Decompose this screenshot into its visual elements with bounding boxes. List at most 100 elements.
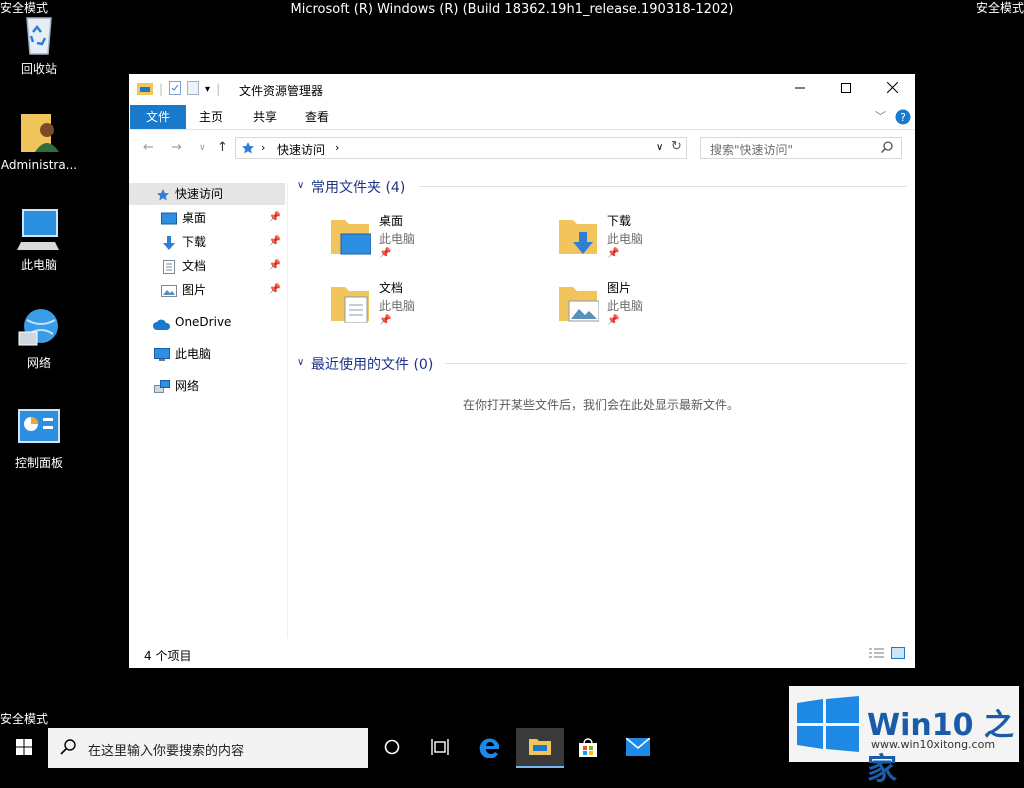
tab-share[interactable]: 共享 [243,105,287,129]
desktop-icon-control-panel[interactable]: 控制面板 [0,406,78,471]
safe-mode-label-bottom-left: 安全模式 [0,712,49,726]
collapse-group-icon[interactable]: ∨ [297,357,304,368]
task-view-button[interactable] [416,728,464,768]
computer-icon [154,347,170,361]
cortana-button[interactable] [368,728,416,768]
search-input[interactable]: 搜索"快速访问" [710,141,793,158]
maximize-button[interactable] [823,74,869,104]
nav-item-quick-access[interactable]: 快速访问 [129,183,285,205]
address-dropdown-icon[interactable]: ∨ [656,142,663,153]
pictures-folder-icon [559,283,600,323]
properties-icon[interactable] [169,80,182,98]
watermark-logo: Win10 之家 www.win10xitong.com [789,686,1019,787]
nav-item-label: OneDrive [175,315,232,329]
folder-location: 此电脑 [379,232,416,246]
desktop-icon-administrator[interactable]: Administra... [0,110,78,172]
computer-icon [15,208,63,252]
search-box[interactable]: 搜索"快速访问" [700,137,902,159]
folder-name: 桌面 [379,214,404,228]
recent-files-empty-message: 在你打开某些文件后，我们会在此处显示最新文件。 [462,398,739,412]
nav-item-this-pc[interactable]: 此电脑 [129,343,285,365]
pin-icon[interactable]: 📌 [379,248,391,259]
nav-item-label: 文档 [182,259,207,273]
start-button[interactable] [0,728,48,768]
pin-icon[interactable]: 📌 [269,231,281,253]
breadcrumb-separator-icon: › [335,141,340,154]
windows-logo-icon [797,696,859,755]
up-arrow-icon[interactable]: ↑ [217,140,228,155]
desktop-icon-recycle-bin[interactable]: 回收站 [0,12,78,77]
large-icons-view-icon[interactable] [891,647,905,662]
desktop-icon-label: 网络 [26,356,51,370]
minimize-button[interactable] [777,74,823,104]
frequent-folders-header[interactable]: 常用文件夹 (4) [311,177,405,197]
pin-icon[interactable]: 📌 [269,207,281,229]
back-arrow-icon[interactable]: ← [143,140,154,155]
recent-files-header[interactable]: 最近使用的文件 (0) [311,354,433,374]
store-bag-icon [578,737,598,760]
details-view-icon[interactable] [869,648,884,662]
cortana-circle-icon [384,739,400,758]
desktop-icon-this-pc[interactable]: 此电脑 [0,208,78,273]
recent-locations-chevron-icon[interactable]: ∨ [199,143,206,153]
nav-item-label: 图片 [182,283,207,297]
group-divider [445,363,907,364]
recycle-bin-icon [15,12,63,56]
nav-item-pictures[interactable]: 图片 📌 [129,279,285,301]
task-view-icon [431,738,449,758]
pin-icon[interactable]: 📌 [269,255,281,277]
expand-ribbon-icon[interactable]: ﹀ [875,108,886,124]
address-bar[interactable]: › 快速访问 › ∨ ↻ [235,137,687,159]
tab-home[interactable]: 主页 [189,105,233,129]
desktop-icon-label: 回收站 [20,62,57,76]
pin-icon[interactable]: 📌 [607,315,619,326]
store-button[interactable] [564,728,612,768]
nav-item-desktop[interactable]: 桌面 📌 [129,207,285,229]
folder-tile-downloads[interactable]: 下载 此电脑 📌 [559,210,779,270]
mail-button[interactable] [614,728,662,768]
edge-browser-button[interactable] [466,728,514,768]
folder-tile-pictures[interactable]: 图片 此电脑 📌 [559,277,779,337]
folder-name: 图片 [607,281,632,295]
pin-icon[interactable]: 📌 [607,248,619,259]
pin-icon[interactable]: 📌 [269,279,281,301]
collapse-group-icon[interactable]: ∨ [297,180,304,191]
edge-icon [479,736,501,761]
forward-arrow-icon[interactable]: → [171,140,182,155]
desktop-icon-network[interactable]: 网络 [0,306,78,371]
svg-text:?: ? [900,111,906,124]
nav-item-label: 桌面 [182,211,207,225]
breadcrumb-separator-icon: › [261,141,266,154]
customize-toolbar-icon[interactable]: ▾ [205,84,210,95]
nav-item-network[interactable]: 网络 [129,375,285,397]
taskbar-search-input[interactable]: 在这里输入你要搜索的内容 [88,740,244,759]
cloud-icon [153,316,171,330]
file-explorer-taskbar-button[interactable] [516,728,564,768]
folder-tile-desktop[interactable]: 桌面 此电脑 📌 [331,210,551,270]
tab-view[interactable]: 查看 [295,105,339,129]
close-button[interactable] [869,74,915,104]
status-bar-item-count: 4 个项目 [144,649,192,663]
documents-folder-icon [331,283,371,324]
folder-tile-documents[interactable]: 文档 此电脑 📌 [331,277,551,337]
refresh-icon[interactable]: ↻ [671,139,682,154]
new-folder-icon[interactable] [187,80,200,98]
tab-file[interactable]: 文件 [130,105,186,129]
maximize-icon [841,81,851,97]
nav-item-onedrive[interactable]: OneDrive [129,311,285,333]
toolbar-separator: | [159,82,164,96]
pin-icon[interactable]: 📌 [379,315,391,326]
address-path[interactable]: 快速访问 [277,141,325,158]
desktop-icon [161,211,177,225]
nav-item-documents[interactable]: 文档 📌 [129,255,285,277]
watermark-url: www.win10xitong.com [871,738,996,751]
title-bar[interactable]: | ▾ | 文件资源管理器 [129,74,915,104]
taskbar-search-box[interactable]: 在这里输入你要搜索的内容 [48,728,368,768]
desktop-icon-label: Administra... [0,158,78,172]
group-divider [419,186,907,187]
nav-item-downloads[interactable]: 下载 📌 [129,231,285,253]
nav-item-label: 此电脑 [175,347,212,361]
search-icon[interactable] [880,141,893,156]
nav-item-label: 网络 [175,379,200,393]
help-icon[interactable]: ? [895,109,911,128]
